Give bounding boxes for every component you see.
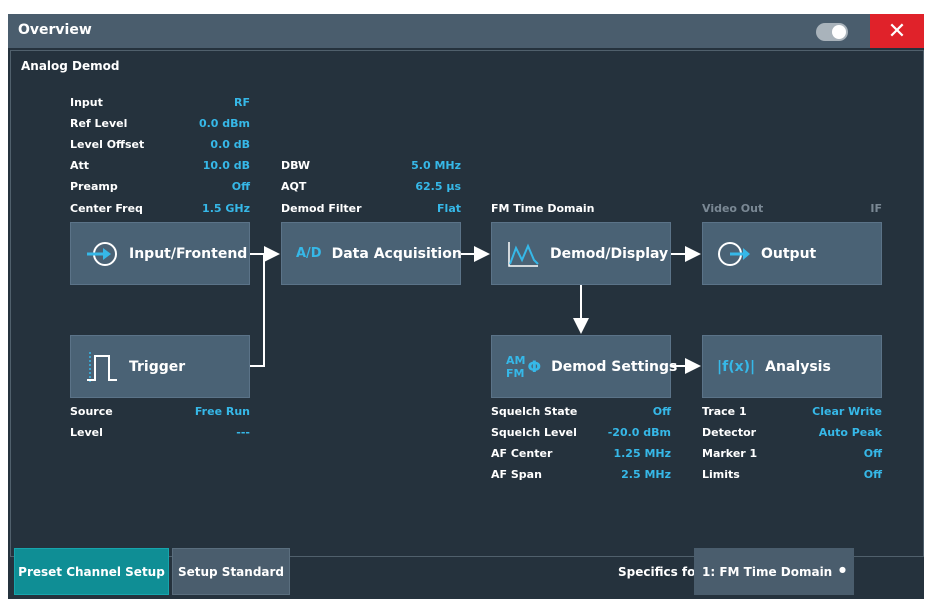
- param-value-aqt: 62.5 µs: [415, 180, 461, 193]
- video-out-label: Video Out: [702, 202, 764, 215]
- input-frontend-label: Input/Frontend: [129, 245, 248, 262]
- demod-settings-label: Demod Settings: [551, 358, 678, 375]
- param-label-ref-level: Ref Level: [70, 117, 128, 130]
- param-value-preamp: Off: [231, 180, 250, 193]
- demod-display-label: Demod/Display: [550, 245, 669, 262]
- param-value-level-offset: 0.0 dB: [210, 138, 250, 151]
- param-value-trace-1: Clear Write: [812, 405, 882, 418]
- specifics-dropdown[interactable]: 1: FM Time Domain ●: [694, 548, 854, 595]
- param-label-squelch-level: Squelch Level: [491, 426, 577, 439]
- param-value-limits: Off: [863, 468, 882, 481]
- param-value-af-span: 2.5 MHz: [621, 468, 671, 481]
- trigger-label: Trigger: [129, 358, 186, 375]
- title-bar: Overview ✕: [8, 14, 924, 48]
- function-glyph: |f(x)|: [717, 358, 756, 375]
- output-arrow-icon: [717, 241, 751, 267]
- waveform-icon: [506, 240, 540, 268]
- demod-mode-header: FM Time Domain: [491, 202, 595, 215]
- data-acquisition-block[interactable]: A/D Data Acquisition: [281, 222, 462, 285]
- param-label-input: Input: [70, 96, 103, 109]
- ad-converter-glyph: A/D: [296, 246, 322, 261]
- param-value-squelch-level: -20.0 dBm: [607, 426, 671, 439]
- param-label-trace-1: Trace 1: [702, 405, 747, 418]
- output-label: Output: [761, 245, 817, 262]
- analog-demod-pane: Analog Demod: [10, 50, 924, 557]
- param-label-demod-filter: Demod Filter: [281, 202, 362, 215]
- toggle-knob: [832, 25, 846, 39]
- close-button[interactable]: ✕: [870, 14, 924, 48]
- phi-glyph: Φ: [527, 357, 542, 376]
- demod-display-block[interactable]: Demod/Display: [491, 222, 671, 285]
- setup-standard-button[interactable]: Setup Standard: [172, 548, 290, 595]
- param-value-marker-1: Off: [863, 447, 882, 460]
- input-arrow-icon: [85, 241, 119, 267]
- param-label-center-freq: Center Freq: [70, 202, 143, 215]
- param-label-preamp: Preamp: [70, 180, 118, 193]
- am-glyph: AM: [506, 353, 526, 367]
- param-label-aqt: AQT: [281, 180, 307, 193]
- param-label-source: Source: [70, 405, 113, 418]
- param-label-squelch-state: Squelch State: [491, 405, 578, 418]
- toggle-switch[interactable]: [816, 23, 848, 41]
- param-value-dbw: 5.0 MHz: [411, 159, 461, 172]
- param-label-af-span: AF Span: [491, 468, 542, 481]
- param-value-squelch-state: Off: [652, 405, 671, 418]
- param-label-marker-1: Marker 1: [702, 447, 758, 460]
- param-label-detector: Detector: [702, 426, 757, 439]
- preset-channel-setup-button[interactable]: Preset Channel Setup: [14, 548, 169, 595]
- param-label-limits: Limits: [702, 468, 740, 481]
- param-label-dbw: DBW: [281, 159, 311, 172]
- fm-glyph: FM: [506, 366, 525, 380]
- analysis-block[interactable]: |f(x)| Analysis: [702, 335, 882, 398]
- param-value-source: Free Run: [194, 405, 250, 418]
- param-label-level: Level: [70, 426, 103, 439]
- demod-settings-block[interactable]: AM FM Φ Demod Settings: [491, 335, 677, 398]
- specifics-label: Specifics for: [618, 565, 702, 579]
- input-frontend-block[interactable]: Input/Frontend: [70, 222, 250, 285]
- param-value-att: 10.0 dB: [202, 159, 250, 172]
- analysis-label: Analysis: [765, 358, 831, 375]
- output-block[interactable]: Output: [702, 222, 882, 285]
- window-title: Overview: [18, 22, 92, 38]
- data-acquisition-label: Data Acquisition: [331, 245, 462, 262]
- param-label-af-center: AF Center: [491, 447, 553, 460]
- trigger-pulse-icon: [85, 350, 119, 384]
- dropdown-caret-icon: ●: [839, 565, 846, 574]
- param-value-detector: Auto Peak: [818, 426, 882, 439]
- param-value-demod-filter: Flat: [437, 202, 461, 215]
- param-value-af-center: 1.25 MHz: [613, 447, 671, 460]
- param-label-att: Att: [70, 159, 90, 172]
- video-out-value: IF: [870, 202, 882, 215]
- param-value-level: ---: [236, 426, 250, 439]
- trigger-block[interactable]: Trigger: [70, 335, 250, 398]
- am-fm-icon: AM FM Φ: [506, 354, 541, 380]
- param-value-ref-level: 0.0 dBm: [198, 117, 250, 130]
- pane-title: Analog Demod: [21, 59, 120, 73]
- specifics-value: 1: FM Time Domain: [702, 565, 833, 579]
- param-label-level-offset: Level Offset: [70, 138, 145, 151]
- param-value-input: RF: [234, 96, 250, 109]
- function-icon: |f(x)|: [717, 359, 755, 375]
- param-value-center-freq: 1.5 GHz: [202, 202, 250, 215]
- ad-converter-icon: A/D: [296, 246, 322, 261]
- overview-window: Overview ✕ Analog Demod: [8, 14, 924, 599]
